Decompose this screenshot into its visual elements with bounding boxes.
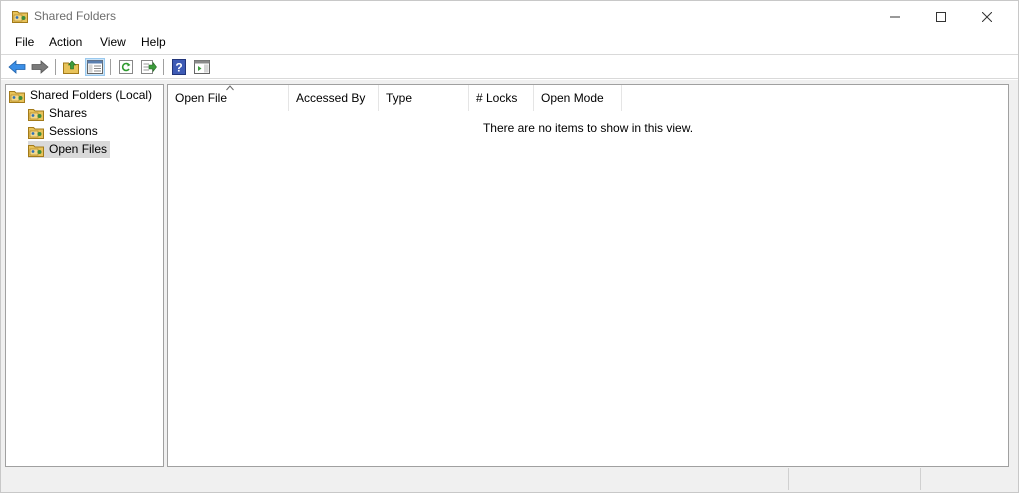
console-tree[interactable]: Shared Folders (Local) Shares Sessions O… xyxy=(5,84,164,467)
results-list[interactable]: Open File Accessed By Type # Locks Open … xyxy=(167,84,1009,467)
minimize-button[interactable] xyxy=(872,1,918,32)
export-list-button[interactable] xyxy=(139,58,159,76)
column-header-open-file[interactable]: Open File xyxy=(168,85,289,111)
column-header-open-mode[interactable]: Open Mode xyxy=(534,85,622,111)
up-one-level-button[interactable] xyxy=(61,58,81,76)
forward-button[interactable] xyxy=(30,58,50,76)
forward-arrow-icon xyxy=(31,60,49,74)
tree-item-open-files[interactable]: Open Files xyxy=(28,141,111,158)
toolbar-separator xyxy=(110,59,111,75)
svg-text:?: ? xyxy=(175,61,182,75)
empty-list-message: There are no items to show in this view. xyxy=(482,121,694,135)
maximize-button[interactable] xyxy=(918,1,964,32)
toolbar-separator xyxy=(163,59,164,75)
column-header-locks[interactable]: # Locks xyxy=(469,85,534,111)
refresh-button[interactable] xyxy=(116,58,136,76)
help-icon: ? xyxy=(172,59,186,75)
action-pane-icon xyxy=(194,60,210,74)
close-icon xyxy=(982,11,992,22)
menu-bar: File Action View Help xyxy=(1,32,1018,53)
tree-item-shares[interactable]: Shares xyxy=(28,105,90,122)
help-button[interactable]: ? xyxy=(169,58,189,76)
menu-action[interactable]: Action xyxy=(47,35,84,49)
status-bar xyxy=(5,468,1011,490)
menu-help[interactable]: Help xyxy=(139,35,168,49)
tree-item-label: Open Files xyxy=(48,141,111,158)
list-header: Open File Accessed By Type # Locks Open … xyxy=(168,85,1008,111)
tree-item-sessions[interactable]: Sessions xyxy=(28,123,101,140)
toolbar-separator xyxy=(55,59,56,75)
show-hide-console-tree-button[interactable] xyxy=(85,58,105,76)
refresh-icon xyxy=(119,60,133,74)
column-header-type[interactable]: Type xyxy=(379,85,469,111)
up-folder-icon xyxy=(63,60,79,74)
back-arrow-icon xyxy=(8,60,26,74)
show-hide-tree-icon xyxy=(87,60,103,74)
close-button[interactable] xyxy=(964,1,1010,32)
tree-item-label: Shared Folders (Local) xyxy=(30,88,153,102)
status-bar-divider xyxy=(920,468,921,490)
toolbar: ? xyxy=(1,54,1018,79)
sort-ascending-icon xyxy=(226,85,234,91)
app-window: Shared Folders File Action View Help ? S… xyxy=(0,0,1019,493)
menu-file[interactable]: File xyxy=(13,35,36,49)
status-bar-divider xyxy=(788,468,789,490)
maximize-icon xyxy=(936,11,946,22)
minimize-icon xyxy=(890,16,900,17)
shared-folder-icon xyxy=(28,143,44,157)
window-title: Shared Folders xyxy=(34,9,117,23)
menu-view[interactable]: View xyxy=(98,35,128,49)
show-hide-action-pane-button[interactable] xyxy=(192,58,212,76)
shared-folder-icon xyxy=(28,107,44,121)
tree-item-shared-folders-local[interactable]: Shared Folders (Local) xyxy=(9,87,155,104)
title-bar[interactable]: Shared Folders xyxy=(1,1,1018,32)
shared-folder-icon xyxy=(28,125,44,139)
export-list-icon xyxy=(141,60,157,74)
tree-item-label: Shares xyxy=(49,106,88,120)
shared-folder-icon xyxy=(9,89,25,103)
tree-item-label: Sessions xyxy=(49,124,98,138)
back-button[interactable] xyxy=(7,58,27,76)
column-header-accessed-by[interactable]: Accessed By xyxy=(289,85,379,111)
shared-folder-icon xyxy=(12,9,28,23)
